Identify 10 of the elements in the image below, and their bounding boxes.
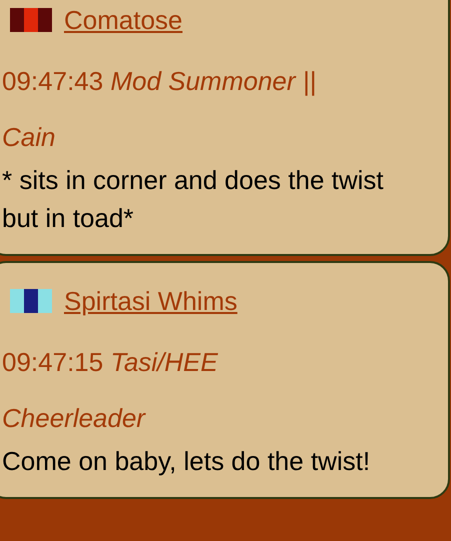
message-text: Come on baby, lets do the twist! — [2, 446, 370, 476]
message-text: * sits in corner and does the twist but in toad* — [2, 165, 384, 233]
timestamp: 09:47:15 — [2, 347, 104, 377]
rank-label: Tasi/HEE — [110, 347, 218, 377]
role-label: Cain — [2, 122, 56, 152]
username-link[interactable]: Spirtasi Whims — [64, 283, 238, 319]
timestamp: 09:47:43 — [2, 66, 104, 96]
rank-label: Mod Summoner || — [110, 66, 316, 96]
username-link[interactable]: Comatose — [64, 2, 182, 38]
role-label: Cheerleader — [2, 403, 146, 433]
